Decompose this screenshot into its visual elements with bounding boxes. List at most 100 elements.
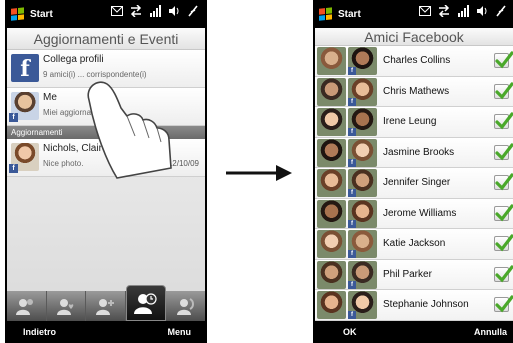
checkmark-icon [495, 112, 513, 130]
status-icons [419, 5, 507, 17]
facebook-badge-icon: f [348, 128, 356, 136]
volume-icon [169, 6, 179, 16]
avatar: f [348, 199, 377, 228]
signal-icon [458, 5, 469, 17]
checkmark-icon [495, 51, 513, 69]
list-item-me[interactable]: f Me Miei aggiornam... [7, 88, 205, 126]
friend-checkbox[interactable] [494, 142, 513, 160]
friend-name: Phil Parker [383, 268, 432, 280]
phone-right: Start Amici Facebook f Charles Collins f Ch… [313, 0, 513, 343]
menu-softkey[interactable]: Menu [168, 327, 192, 337]
item-title: Me [43, 92, 57, 103]
friend-list: f Charles Collins f Chris Mathews f Irene Leu… [315, 46, 513, 321]
friend-row[interactable]: f Jasmine Brooks [315, 137, 513, 168]
avatar: f [348, 260, 377, 289]
friend-row[interactable]: f Katie Jackson [315, 229, 513, 260]
tab-favorites[interactable] [47, 291, 87, 321]
friend-photos: f [315, 47, 377, 75]
friend-checkbox[interactable] [494, 264, 513, 282]
checkmark-icon [495, 203, 513, 221]
checkmark-icon [495, 173, 513, 191]
phone-left: Start Aggiornamenti e Eventi f Collega p… [5, 0, 207, 343]
cancel-softkey[interactable]: Annulla [474, 327, 507, 337]
friend-row[interactable]: f Chris Mathews [315, 76, 513, 107]
status-bar: Start [313, 0, 513, 28]
friend-name: Irene Leung [383, 116, 437, 127]
ok-softkey[interactable]: OK [343, 327, 357, 337]
volume-icon [477, 6, 487, 16]
friend-checkbox[interactable] [494, 203, 513, 221]
avatar [317, 47, 346, 75]
data-arrows-icon [438, 5, 450, 17]
list-item-update[interactable]: f Nichols, Claire Nice photo. 12/10/09 [7, 139, 205, 177]
checkmark-icon [495, 295, 513, 313]
friend-row[interactable]: f Charles Collins [315, 46, 513, 77]
friend-checkbox[interactable] [494, 234, 513, 252]
friend-photos: f [315, 260, 377, 289]
person-heart-icon [56, 299, 74, 315]
back-softkey[interactable]: Indietro [23, 327, 56, 337]
friend-photos: f [315, 199, 377, 228]
start-label[interactable]: Start [30, 9, 53, 20]
signal-icon [150, 5, 161, 17]
battery-charging-icon [188, 5, 198, 17]
list-item-link-profiles[interactable]: f Collega profili 9 amici(i) ... corrisp… [7, 50, 205, 88]
friend-name: Jennifer Singer [383, 177, 451, 188]
status-bar: Start [5, 0, 207, 28]
avatar [317, 230, 346, 258]
message-icon [111, 6, 123, 16]
page-title: Amici Facebook [315, 28, 513, 46]
checkmark-icon [495, 234, 513, 252]
avatar: f [348, 169, 377, 197]
facebook-badge-icon: f [348, 158, 356, 167]
facebook-badge-icon: f [348, 219, 356, 228]
friend-photos: f [315, 108, 377, 136]
data-arrows-icon [130, 5, 142, 17]
facebook-friends-screen: Amici Facebook f Charles Collins f Chris Ma… [315, 28, 513, 321]
person-phone-icon [176, 298, 194, 315]
avatar [317, 77, 346, 106]
tab-bar [7, 285, 205, 321]
item-title: Nichols, Claire [43, 143, 108, 154]
tab-updates[interactable] [125, 285, 167, 321]
person-add-icon [96, 299, 115, 315]
item-date: 12/10/09 [167, 159, 199, 168]
friend-checkbox[interactable] [494, 112, 513, 130]
avatar [317, 169, 346, 197]
friend-checkbox[interactable] [494, 295, 513, 313]
avatar: f [348, 138, 377, 167]
item-subtitle: Nice photo. [43, 159, 84, 168]
start-label[interactable]: Start [338, 9, 361, 20]
tab-people[interactable] [7, 291, 47, 321]
avatar: f [348, 77, 377, 106]
friend-row[interactable]: f Stephanie Johnson [315, 290, 513, 321]
section-header: Aggiornamenti [7, 126, 205, 139]
friend-row[interactable]: f Irene Leung [315, 107, 513, 138]
friend-name: Charles Collins [383, 55, 451, 66]
friend-name: Stephanie Johnson [383, 299, 469, 310]
tab-communications[interactable] [166, 291, 205, 321]
friend-name: Jerome Williams [383, 207, 457, 219]
facebook-badge-icon: f [348, 67, 356, 75]
friend-row[interactable]: f Jerome Williams [315, 198, 513, 229]
friend-checkbox[interactable] [494, 173, 513, 191]
windows-flag-icon[interactable] [319, 7, 333, 21]
windows-flag-icon[interactable] [11, 7, 25, 21]
tab-add-contact[interactable] [86, 291, 126, 321]
avatar [317, 199, 346, 228]
checkmark-icon [495, 142, 513, 160]
avatar [317, 108, 346, 136]
friend-photos: f [315, 138, 377, 167]
avatar: f [348, 230, 377, 258]
person-clock-icon [134, 293, 157, 314]
softkey-bar: OK Annulla [313, 321, 513, 343]
item-title: Collega profili [43, 54, 104, 65]
friend-checkbox[interactable] [494, 81, 513, 99]
right-arrow-icon [226, 165, 292, 181]
friend-row[interactable]: f Phil Parker [315, 259, 513, 290]
facebook-badge-icon: f [348, 189, 356, 197]
friend-row[interactable]: f Jennifer Singer [315, 168, 513, 199]
avatar [317, 138, 346, 167]
friend-name: Jasmine Brooks [383, 146, 455, 158]
friend-checkbox[interactable] [494, 51, 513, 69]
